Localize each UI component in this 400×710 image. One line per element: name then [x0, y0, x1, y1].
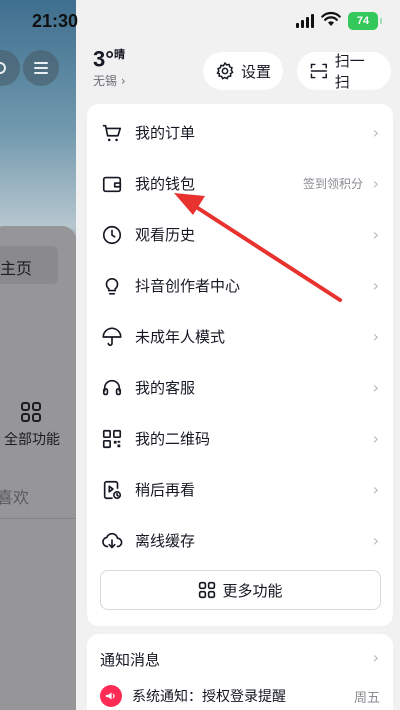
divider — [0, 518, 76, 519]
megaphone-icon — [100, 685, 122, 707]
menu-item-label: 未成年人模式 — [135, 328, 226, 346]
lightbulb-icon — [101, 275, 123, 297]
menu-icon — [34, 62, 48, 64]
menu-item-customer-service[interactable]: 我的客服 › — [87, 362, 393, 413]
menu-item-creator-center[interactable]: 抖音创作者中心 › — [87, 260, 393, 311]
headset-icon — [101, 377, 123, 399]
settings-label: 设置 — [241, 62, 272, 81]
chevron-right-icon: › — [372, 123, 379, 142]
chevron-right-icon: › — [372, 480, 379, 499]
cloud-download-icon — [101, 530, 123, 552]
status-time: 21:30 — [32, 11, 79, 31]
background-card — [0, 226, 76, 710]
cellular-signal-icon — [296, 14, 314, 28]
menu-item-qrcode[interactable]: 我的二维码 › — [87, 413, 393, 464]
menu-item-label: 离线缓存 — [135, 532, 196, 550]
temperature: 3°晴 — [93, 46, 126, 72]
more-functions-label: 更多功能 — [222, 581, 283, 600]
temperature-value: 3° — [93, 46, 115, 72]
menu-card: 我的订单 › 我的钱包 签到领积分 › 观看历史 › 抖音创作者中心 › 未成年… — [87, 104, 393, 626]
watch-later-icon — [101, 479, 123, 501]
chevron-right-icon: › — [372, 327, 379, 346]
gear-icon — [216, 61, 234, 80]
menu-item-orders[interactable]: 我的订单 › — [87, 107, 393, 158]
status-bar: 21:30 74 — [0, 0, 400, 44]
menu-item-watch-later[interactable]: 稍后再看 › — [87, 464, 393, 515]
favorites-label: 喜欢 — [0, 488, 30, 507]
menu-item-label: 稍后再看 — [135, 481, 196, 499]
notification-title: 通知消息 — [100, 651, 161, 669]
battery-indicator: 74 — [348, 12, 382, 30]
menu-item-label: 我的订单 — [135, 124, 196, 142]
city-name: 无锡 — [93, 74, 118, 89]
menu-icon-line — [34, 67, 48, 69]
menu-icon-line — [34, 72, 48, 74]
notification-row[interactable]: 系统通知：授权登录提醒 周五 — [100, 684, 380, 708]
menu-item-label: 我的二维码 — [135, 430, 211, 448]
qrcode-icon — [101, 428, 123, 450]
notification-day: 周五 — [353, 690, 380, 706]
chevron-right-icon: › — [372, 174, 379, 193]
notification-message: 系统通知：授权登录提醒 — [132, 689, 286, 705]
wifi-icon — [321, 11, 341, 31]
settings-button[interactable]: 设置 — [203, 52, 283, 90]
weather-condition: 晴 — [114, 49, 126, 61]
chevron-right-icon: › — [372, 429, 379, 448]
scan-label: 扫一扫 — [334, 52, 365, 91]
menu-item-label: 我的钱包 — [135, 175, 196, 193]
menu-item-minor-mode[interactable]: 未成年人模式 › — [87, 311, 393, 362]
wallet-hint: 签到领积分 — [302, 177, 363, 191]
history-clock-icon — [101, 224, 123, 246]
more-functions-button[interactable]: 更多功能 — [100, 570, 381, 610]
scan-icon — [310, 63, 327, 79]
menu-item-label: 观看历史 — [135, 226, 196, 244]
city-label: 无锡 › — [93, 74, 126, 89]
weather-widget[interactable]: 3°晴 无锡 › — [93, 46, 126, 89]
grid-icon — [20, 401, 42, 428]
cart-icon — [101, 122, 123, 144]
menu-item-label: 我的客服 — [135, 379, 196, 397]
menu-item-label: 抖音创作者中心 — [135, 277, 241, 295]
menu-item-offline-cache[interactable]: 离线缓存 › — [87, 515, 393, 566]
notification-card[interactable]: 通知消息 › 系统通知：授权登录提醒 周五 — [87, 634, 393, 710]
menu-item-watch-history[interactable]: 观看历史 › — [87, 209, 393, 260]
chevron-right-icon: › — [372, 648, 379, 667]
umbrella-icon — [101, 326, 123, 348]
background-app-panel[interactable]: 主页 全部功能 喜欢 — [0, 0, 76, 710]
chevron-right-icon: › — [372, 225, 379, 244]
menu-item-wallet[interactable]: 我的钱包 签到领积分 › — [87, 158, 393, 209]
all-functions-label: 全部功能 — [4, 432, 60, 448]
chevron-right-icon: › — [372, 378, 379, 397]
grid-icon — [199, 581, 216, 599]
wallet-icon — [101, 173, 123, 195]
chevron-right-icon: › — [372, 276, 379, 295]
scan-button[interactable]: 扫一扫 — [297, 52, 391, 91]
chevron-right-icon: › — [372, 531, 379, 550]
home-tab: 主页 — [0, 246, 58, 284]
